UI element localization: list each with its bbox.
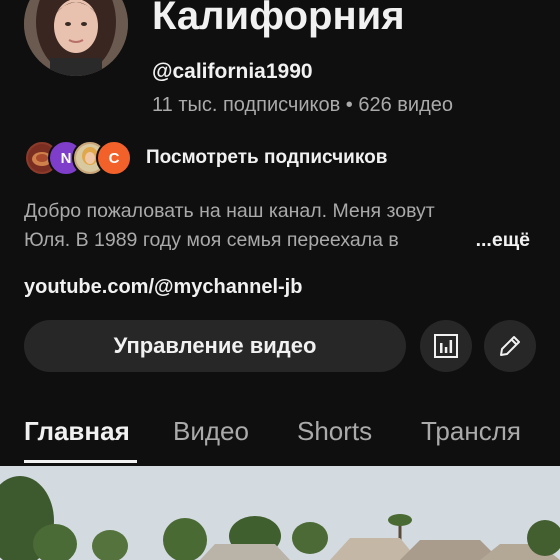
subscriber-avatar-c: C [96, 140, 132, 176]
channel-handle: @california1990 [152, 60, 313, 83]
channel-link[interactable]: youtube.com/@mychannel-jb [24, 276, 302, 299]
edit-channel-button[interactable] [484, 320, 536, 372]
channel-stats: 11 тыс. подписчиков • 626 видео [152, 94, 453, 116]
channel-tabs: Главная Видео Shorts Трансля [0, 400, 560, 464]
channel-title: Калифорния [152, 0, 405, 38]
view-subscribers-row[interactable]: N C Посмотреть подписчиков [24, 140, 387, 176]
tab-live[interactable]: Трансля [421, 416, 521, 447]
featured-video-thumbnail[interactable] [0, 466, 560, 560]
tab-shorts[interactable]: Shorts [297, 416, 372, 447]
channel-avatar[interactable] [24, 0, 128, 76]
bar-chart-icon [434, 334, 458, 358]
view-subscribers-label: Посмотреть подписчиков [146, 147, 388, 168]
analytics-button[interactable] [420, 320, 472, 372]
more-link[interactable]: ...ещё [437, 226, 530, 255]
active-tab-indicator [24, 460, 137, 463]
tab-videos[interactable]: Видео [173, 416, 249, 447]
pencil-icon [500, 336, 520, 356]
channel-description[interactable]: Добро пожаловать на наш канал. Меня зову… [24, 197, 530, 255]
tab-home[interactable]: Главная [24, 416, 130, 447]
description-line-2: Юля. В 1989 году моя семья переехала в [24, 229, 399, 251]
manage-videos-button[interactable]: Управление видео [24, 320, 406, 372]
description-line-1: Добро пожаловать на наш канал. Меня зову… [24, 200, 435, 222]
